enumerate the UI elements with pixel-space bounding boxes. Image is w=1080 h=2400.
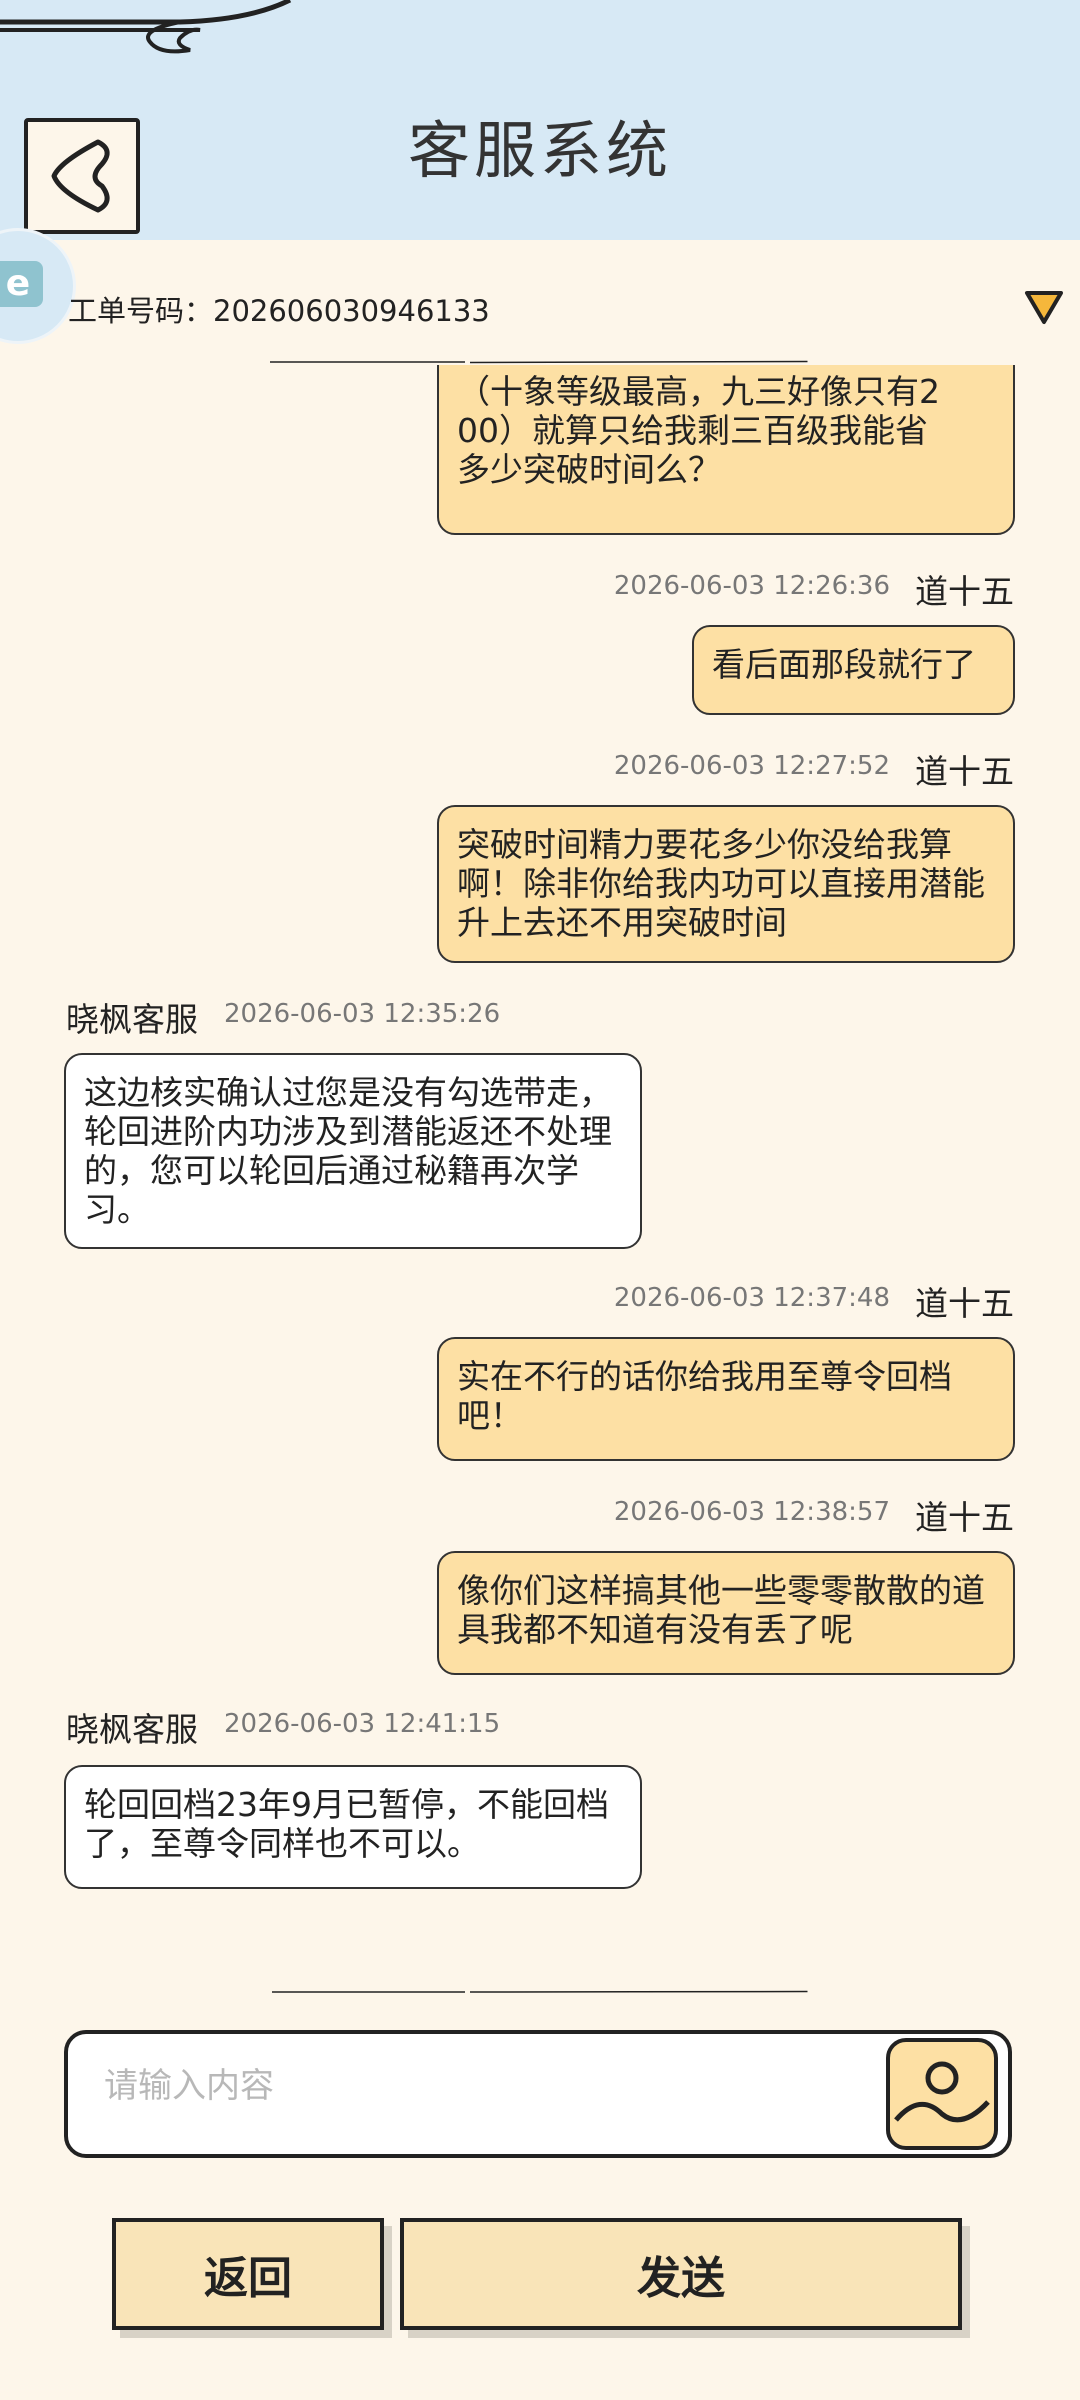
chat-list[interactable]: 蛤蟆，真阳，无相，九三，十象 （十象等级最高，九三好像只有2 00）就算只给我剩…	[0, 365, 1080, 1985]
message-text: 突破时间精力要花多少你没给我算啊！除非你给我内功可以直接用潜能升上去还不用突破时…	[457, 825, 985, 942]
message-sender: 晓枫客服	[66, 1710, 198, 1749]
message-text-line: （十象等级最高，九三好像只有2	[457, 372, 940, 411]
cloud-decoration	[0, 0, 292, 54]
message-bubble-user: 突破时间精力要花多少你没给我算啊！除非你给我内功可以直接用潜能升上去还不用突破时…	[437, 805, 1015, 963]
page-title: 客服系统	[407, 114, 672, 187]
message-sender: 道十五	[915, 1284, 1014, 1323]
header-divider	[270, 360, 808, 364]
logo-glyph: e	[0, 261, 43, 307]
message-time: 2026-06-03 12:38:57	[613, 1497, 890, 1527]
image-icon	[894, 2061, 990, 2123]
input-placeholder: 请输入内容	[104, 2066, 274, 2106]
message-text: 实在不行的话你给我用至尊令回档吧！	[457, 1357, 952, 1435]
message-bubble-user: 蛤蟆，真阳，无相，九三，十象 （十象等级最高，九三好像只有2 00）就算只给我剩…	[437, 365, 1015, 535]
message-text: 这边核实确认过您是没有勾选带走，轮回进阶内功涉及到潜能返还不处理的，您可以轮回后…	[84, 1073, 612, 1229]
message-sender: 道十五	[915, 1498, 1014, 1537]
header-bar: 客服系统	[0, 0, 1080, 240]
message-time: 2026-06-03 12:35:26	[224, 999, 501, 1029]
image-upload-button[interactable]	[886, 2038, 998, 2150]
footer-divider	[272, 1990, 808, 1993]
return-button[interactable]: 返回	[112, 2218, 384, 2330]
triangle-down-icon[interactable]	[1024, 290, 1064, 326]
message-bubble-user: 看后面那段就行了	[692, 625, 1015, 715]
message-bubble-user: 像你们这样搞其他一些零零散散的道具我都不知道有没有丢了呢	[437, 1551, 1015, 1675]
ticket-number: 工单号码：202606030946133	[68, 294, 490, 328]
message-bubble-agent: 轮回回档23年9月已暂停，不能回档了，至尊令同样也不可以。	[64, 1765, 642, 1889]
message-text-line: 多少突破时间么？	[457, 450, 721, 489]
message-time: 2026-06-03 12:41:15	[224, 1709, 501, 1739]
message-sender: 晓枫客服	[66, 1000, 198, 1039]
message-text: 像你们这样搞其他一些零零散散的道具我都不知道有没有丢了呢	[457, 1571, 985, 1649]
message-text: 看后面那段就行了	[712, 645, 976, 684]
message-sender: 道十五	[915, 752, 1014, 791]
message-bubble-agent: 这边核实确认过您是没有勾选带走，轮回进阶内功涉及到潜能返还不处理的，您可以轮回后…	[64, 1053, 642, 1249]
message-text-line: 00）就算只给我剩三百级我能省	[457, 411, 928, 450]
message-input[interactable]: 请输入内容	[64, 2030, 1012, 2158]
send-button[interactable]: 发送	[400, 2218, 962, 2330]
message-bubble-user: 实在不行的话你给我用至尊令回档吧！	[437, 1337, 1015, 1461]
message-time: 2026-06-03 12:26:36	[613, 571, 890, 601]
message-sender: 道十五	[915, 572, 1014, 611]
message-text: 轮回回档23年9月已暂停，不能回档了，至尊令同样也不可以。	[84, 1785, 609, 1863]
message-time: 2026-06-03 12:27:52	[613, 751, 890, 781]
message-time: 2026-06-03 12:37:48	[613, 1283, 890, 1313]
